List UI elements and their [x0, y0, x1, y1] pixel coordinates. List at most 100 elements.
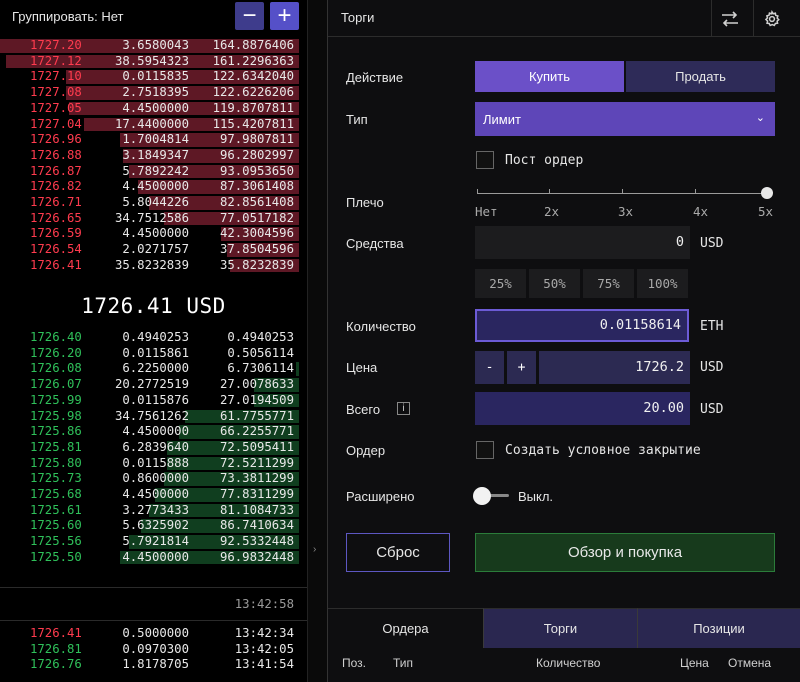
ask-row[interactable]: 1726.59 4.4500000 42.3004596 — [0, 226, 307, 242]
grouping-selector[interactable]: Группировать: Нет — [12, 9, 124, 24]
bid-row[interactable]: 1725.68 4.4500000 77.8311299 — [0, 487, 307, 503]
row-price: 1726.71 — [30, 195, 82, 209]
conditional-close-checkbox[interactable] — [476, 441, 494, 459]
pct-100-button[interactable]: 100% — [637, 269, 688, 298]
row-total: 37.8504596 — [219, 242, 294, 257]
bid-row[interactable]: 1725.99 0.0115876 27.0194509 — [0, 393, 307, 409]
pct-25-button[interactable]: 25% — [475, 269, 526, 298]
row-quantity: 35.8232839 — [114, 257, 189, 272]
bid-row[interactable]: 1725.50 4.4500000 96.9832448 — [0, 550, 307, 566]
ask-row[interactable]: 1727.08 2.7518395 122.6226206 — [0, 85, 307, 101]
slider-tick — [622, 189, 623, 194]
bid-row[interactable]: 1726.08 6.2250000 6.7306114 — [0, 361, 307, 377]
row-total: 93.0953650 — [219, 163, 294, 178]
ask-row[interactable]: 1727.12 38.5954323 161.2296363 — [0, 54, 307, 70]
ask-row[interactable]: 1726.82 4.4500000 87.3061408 — [0, 179, 307, 195]
pct-75-button[interactable]: 75% — [583, 269, 634, 298]
bid-row[interactable]: 1726.20 0.0115861 0.5056114 — [0, 346, 307, 362]
swap-icon[interactable] — [711, 0, 748, 37]
trade-row[interactable]: 1726.41 0.5000000 13:42:34 — [0, 626, 307, 642]
book-timestamp: 13:42:58 — [234, 597, 294, 611]
info-icon[interactable]: i — [397, 402, 410, 415]
tab-positions[interactable]: Позиции — [637, 608, 800, 648]
quantity-label: Количество — [346, 319, 416, 334]
order-type-select[interactable]: Лимит ⌄ — [475, 102, 775, 136]
leverage-tick-label: 3x — [618, 204, 634, 219]
row-price: 1727.04 — [30, 116, 82, 131]
bid-row[interactable]: 1725.81 6.2839640 72.5095411 — [0, 440, 307, 456]
row-quantity: 0.0115835 — [122, 69, 189, 84]
price-input[interactable]: 1726.2 — [539, 351, 690, 384]
total-input[interactable]: 20.00 — [475, 392, 690, 425]
row-quantity: 5.6325902 — [122, 518, 189, 533]
ask-row[interactable]: 1726.96 1.7004814 97.9807811 — [0, 132, 307, 148]
row-total: 35.8232839 — [219, 257, 294, 272]
trade-row[interactable]: 1726.76 1.8178705 13:41:54 — [0, 657, 307, 673]
advanced-toggle[interactable] — [473, 487, 511, 505]
ask-row[interactable]: 1726.71 5.8044226 82.8561408 — [0, 195, 307, 211]
bid-row[interactable]: 1725.80 0.0115888 72.5211299 — [0, 456, 307, 472]
ask-row[interactable]: 1727.10 0.0115835 122.6342040 — [0, 69, 307, 85]
advanced-toggle-label: Выкл. — [518, 489, 554, 504]
leverage-tick-label: 4x — [693, 204, 709, 219]
gear-icon[interactable] — [753, 0, 790, 37]
row-quantity: 3.2773433 — [122, 502, 189, 517]
row-quantity: 0.4940253 — [122, 330, 189, 344]
row-quantity: 1.7004814 — [122, 132, 189, 147]
bid-row[interactable]: 1725.56 5.7921814 92.5332448 — [0, 534, 307, 550]
bid-row[interactable]: 1725.60 5.6325902 86.7410634 — [0, 518, 307, 534]
row-price: 1726.81 — [30, 641, 82, 656]
leverage-tick-label: 5x — [758, 204, 774, 219]
bid-row[interactable]: 1725.61 3.2773433 81.1084733 — [0, 503, 307, 519]
zoom-in-button[interactable]: + — [270, 2, 299, 30]
row-total: 27.0194509 — [219, 392, 294, 407]
ask-row[interactable]: 1726.87 5.7892242 93.0953650 — [0, 164, 307, 180]
row-price: 1727.05 — [30, 100, 82, 115]
price-increment-button[interactable]: + — [507, 351, 536, 384]
ask-row[interactable]: 1726.65 34.7512586 77.0517182 — [0, 211, 307, 227]
bid-row[interactable]: 1725.73 0.8600000 73.3811299 — [0, 471, 307, 487]
post-order-checkbox[interactable] — [476, 151, 494, 169]
quantity-input[interactable]: 0.01158614 — [475, 309, 689, 342]
row-total: 82.8561408 — [219, 195, 294, 209]
reset-button[interactable]: Сброс — [346, 533, 450, 572]
toggle-knob — [473, 487, 491, 505]
buy-button[interactable]: Купить — [475, 61, 624, 92]
bid-row[interactable]: 1726.07 20.2772519 27.0078633 — [0, 377, 307, 393]
action-label: Действие — [346, 70, 404, 85]
ask-row[interactable]: 1726.41 35.8232839 35.8232839 — [0, 258, 307, 274]
row-price: 1726.76 — [30, 657, 82, 672]
ask-row[interactable]: 1726.54 2.0271757 37.8504596 — [0, 242, 307, 258]
sell-button[interactable]: Продать — [626, 61, 775, 92]
row-quantity: 0.5000000 — [122, 626, 189, 640]
slider-handle[interactable] — [761, 187, 773, 199]
row-total: 96.2802997 — [219, 147, 294, 162]
row-price: 1725.99 — [30, 392, 82, 407]
collapse-handle[interactable]: › — [307, 0, 328, 682]
column-header: Тип — [393, 656, 414, 670]
zoom-out-button[interactable]: − — [235, 2, 264, 30]
ask-row[interactable]: 1727.04 17.4400000 115.4207811 — [0, 117, 307, 133]
review-and-buy-button[interactable]: Обзор и покупка — [475, 533, 775, 572]
bid-row[interactable]: 1725.98 34.7561262 61.7755771 — [0, 409, 307, 425]
row-quantity: 34.7512586 — [114, 210, 189, 225]
column-header: Цена — [680, 656, 709, 670]
row-price: 1725.73 — [30, 471, 82, 486]
trade-row[interactable]: 1726.81 0.0970300 13:42:05 — [0, 642, 307, 658]
tab-trades[interactable]: Торги — [483, 608, 637, 648]
tab-orders[interactable]: Ордера — [328, 608, 483, 648]
bid-row[interactable]: 1725.86 4.4500000 66.2255771 — [0, 424, 307, 440]
trade-panel: Торги Действие Купить Продать Тип Лимит … — [328, 0, 800, 682]
row-price: 1726.08 — [30, 361, 82, 376]
ask-row[interactable]: 1727.05 4.4500000 119.8707811 — [0, 101, 307, 117]
pct-50-button[interactable]: 50% — [529, 269, 580, 298]
bid-row[interactable]: 1726.40 0.4940253 0.4940253 — [0, 330, 307, 346]
price-decrement-button[interactable]: - — [475, 351, 504, 384]
ask-row[interactable]: 1726.88 3.1849347 96.2802997 — [0, 148, 307, 164]
ask-row[interactable]: 1727.20 3.6580043 164.8876406 — [0, 38, 307, 54]
row-total: 97.9807811 — [219, 132, 294, 147]
row-price: 1726.65 — [30, 210, 82, 225]
row-quantity: 0.0115861 — [122, 345, 189, 360]
orders-table-header: Поз. Тип Количество Цена Отмена — [328, 648, 800, 682]
row-price: 1726.87 — [30, 163, 82, 178]
